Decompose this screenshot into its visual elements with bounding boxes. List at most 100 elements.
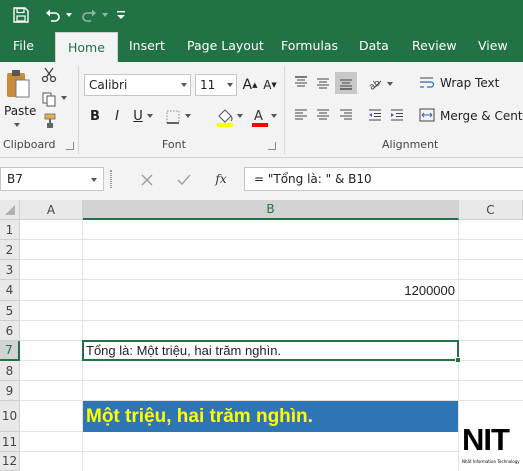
- gridline: [20, 451, 523, 452]
- formula-bar-grip[interactable]: [110, 170, 112, 188]
- format-painter-icon[interactable]: [40, 112, 58, 130]
- name-box[interactable]: B7: [0, 167, 104, 191]
- tab-formulas[interactable]: Formulas: [281, 30, 338, 62]
- tab-home[interactable]: Home: [55, 32, 118, 62]
- nit-logo: NIT Nhất Information Technology: [460, 422, 523, 471]
- gridline: [20, 259, 523, 260]
- undo-icon[interactable]: [42, 4, 64, 26]
- fill-color-dropdown-icon[interactable]: [236, 112, 244, 120]
- tab-data[interactable]: Data: [359, 30, 389, 62]
- italic-button[interactable]: I: [110, 106, 124, 126]
- decrease-indent-icon[interactable]: [366, 106, 384, 124]
- merge-center-button[interactable]: Merge & Center: [440, 109, 523, 123]
- row-header-4[interactable]: 4: [0, 280, 20, 301]
- align-middle-icon[interactable]: [314, 74, 332, 92]
- name-box-dropdown-icon[interactable]: [91, 178, 97, 182]
- decrease-font-size-button[interactable]: A ▼: [262, 74, 278, 96]
- redo-dropdown-icon[interactable]: [100, 4, 110, 26]
- save-icon[interactable]: [10, 4, 32, 26]
- orientation-dropdown-icon[interactable]: [386, 80, 394, 88]
- orientation-icon[interactable]: ab: [366, 74, 384, 92]
- tab-file[interactable]: File: [13, 30, 34, 62]
- fill-handle[interactable]: [455, 357, 461, 363]
- shrink-font-label: A: [263, 78, 272, 92]
- tab-insert[interactable]: Insert: [129, 30, 165, 62]
- svg-text:ab: ab: [368, 78, 383, 91]
- wrap-text-icon[interactable]: [418, 74, 436, 92]
- row-header-7[interactable]: 7: [0, 341, 20, 361]
- tab-review[interactable]: Review: [412, 30, 457, 62]
- paste-icon[interactable]: [4, 68, 32, 100]
- font-size-value: 11: [200, 78, 216, 92]
- cell-b10[interactable]: Một triệu, hai trăm nghìn.: [83, 401, 458, 432]
- customize-toolbar-icon[interactable]: [114, 4, 128, 26]
- increase-font-size-button[interactable]: A ▲: [242, 74, 258, 96]
- clipboard-launcher-icon[interactable]: [66, 142, 74, 150]
- column-header-b[interactable]: B: [83, 200, 459, 220]
- row-header-3[interactable]: 3: [0, 260, 20, 280]
- svg-text:A: A: [254, 109, 263, 124]
- column-header-a[interactable]: A: [20, 200, 83, 220]
- row-header-12[interactable]: 12: [0, 452, 20, 471]
- nit-logo-text: NIT: [462, 422, 510, 457]
- font-color-dropdown-icon[interactable]: [270, 112, 278, 120]
- cut-icon[interactable]: [40, 66, 58, 84]
- increase-indent-icon[interactable]: [388, 106, 406, 124]
- row-header-5[interactable]: 5: [0, 301, 20, 321]
- row-header-2[interactable]: 2: [0, 240, 20, 260]
- formula-bar-area: B7 fx = "Tổng là: " & B10: [0, 158, 523, 200]
- bold-button[interactable]: B: [88, 106, 102, 126]
- borders-dropdown-icon[interactable]: [184, 112, 192, 120]
- gridline: [20, 300, 523, 301]
- align-left-icon[interactable]: [292, 106, 310, 124]
- copy-icon[interactable]: [40, 90, 58, 108]
- underline-button[interactable]: U: [131, 106, 145, 126]
- font-family-value: Calibri: [89, 78, 128, 92]
- select-all-corner[interactable]: [0, 200, 20, 220]
- tab-view[interactable]: View: [478, 30, 508, 62]
- nit-logo-tagline: Nhất Information Technology: [462, 459, 520, 464]
- paste-button[interactable]: Paste: [4, 104, 36, 118]
- clipboard-group-label: Clipboard: [3, 138, 56, 151]
- cell-b7-selected[interactable]: Tổng là: Một triệu, hai trăm nghìn.: [82, 340, 459, 361]
- name-box-value: B7: [7, 172, 23, 186]
- group-divider: [78, 66, 79, 154]
- borders-icon[interactable]: [164, 108, 182, 126]
- row-header-6[interactable]: 6: [0, 321, 20, 341]
- cell-b4[interactable]: 1200000: [83, 280, 457, 300]
- align-top-icon[interactable]: [292, 74, 310, 92]
- row-header-1[interactable]: 1: [0, 220, 20, 240]
- font-launcher-icon[interactable]: [268, 142, 276, 150]
- insert-function-button[interactable]: fx: [210, 169, 232, 189]
- font-size-select[interactable]: 11: [195, 74, 237, 96]
- copy-dropdown-icon[interactable]: [60, 94, 68, 102]
- cancel-icon[interactable]: [138, 171, 156, 189]
- gridline: [20, 239, 523, 240]
- row-header-11[interactable]: 11: [0, 432, 20, 452]
- enter-icon[interactable]: [175, 171, 193, 189]
- worksheet-grid[interactable]: A B C 1 2 3 4 5 6 7 8 9 10 11 12 1200000…: [0, 200, 523, 471]
- redo-icon[interactable]: [78, 4, 100, 26]
- gridline: [20, 380, 523, 381]
- font-color-icon[interactable]: A: [250, 106, 270, 128]
- ribbon-tab-row: File Home Insert Page Layout Formulas Da…: [0, 30, 523, 62]
- row-header-8[interactable]: 8: [0, 361, 20, 381]
- underline-dropdown-icon[interactable]: [146, 112, 154, 120]
- undo-dropdown-icon[interactable]: [64, 4, 74, 26]
- font-family-select[interactable]: Calibri: [84, 74, 191, 96]
- font-group-label: Font: [162, 138, 186, 151]
- row-header-9[interactable]: 9: [0, 381, 20, 401]
- grow-font-label: A: [242, 77, 253, 93]
- paste-dropdown-icon[interactable]: [10, 120, 24, 130]
- tab-page-layout[interactable]: Page Layout: [187, 30, 264, 62]
- column-header-c[interactable]: C: [459, 200, 523, 220]
- align-bottom-icon[interactable]: [335, 72, 357, 94]
- title-bar: [0, 0, 523, 30]
- row-header-10[interactable]: 10: [0, 401, 20, 432]
- wrap-text-button[interactable]: Wrap Text: [440, 76, 499, 90]
- align-center-icon[interactable]: [314, 106, 332, 124]
- formula-input[interactable]: = "Tổng là: " & B10: [244, 167, 523, 191]
- fill-color-icon[interactable]: [214, 106, 236, 128]
- merge-center-icon[interactable]: [418, 106, 436, 124]
- align-right-icon[interactable]: [337, 106, 355, 124]
